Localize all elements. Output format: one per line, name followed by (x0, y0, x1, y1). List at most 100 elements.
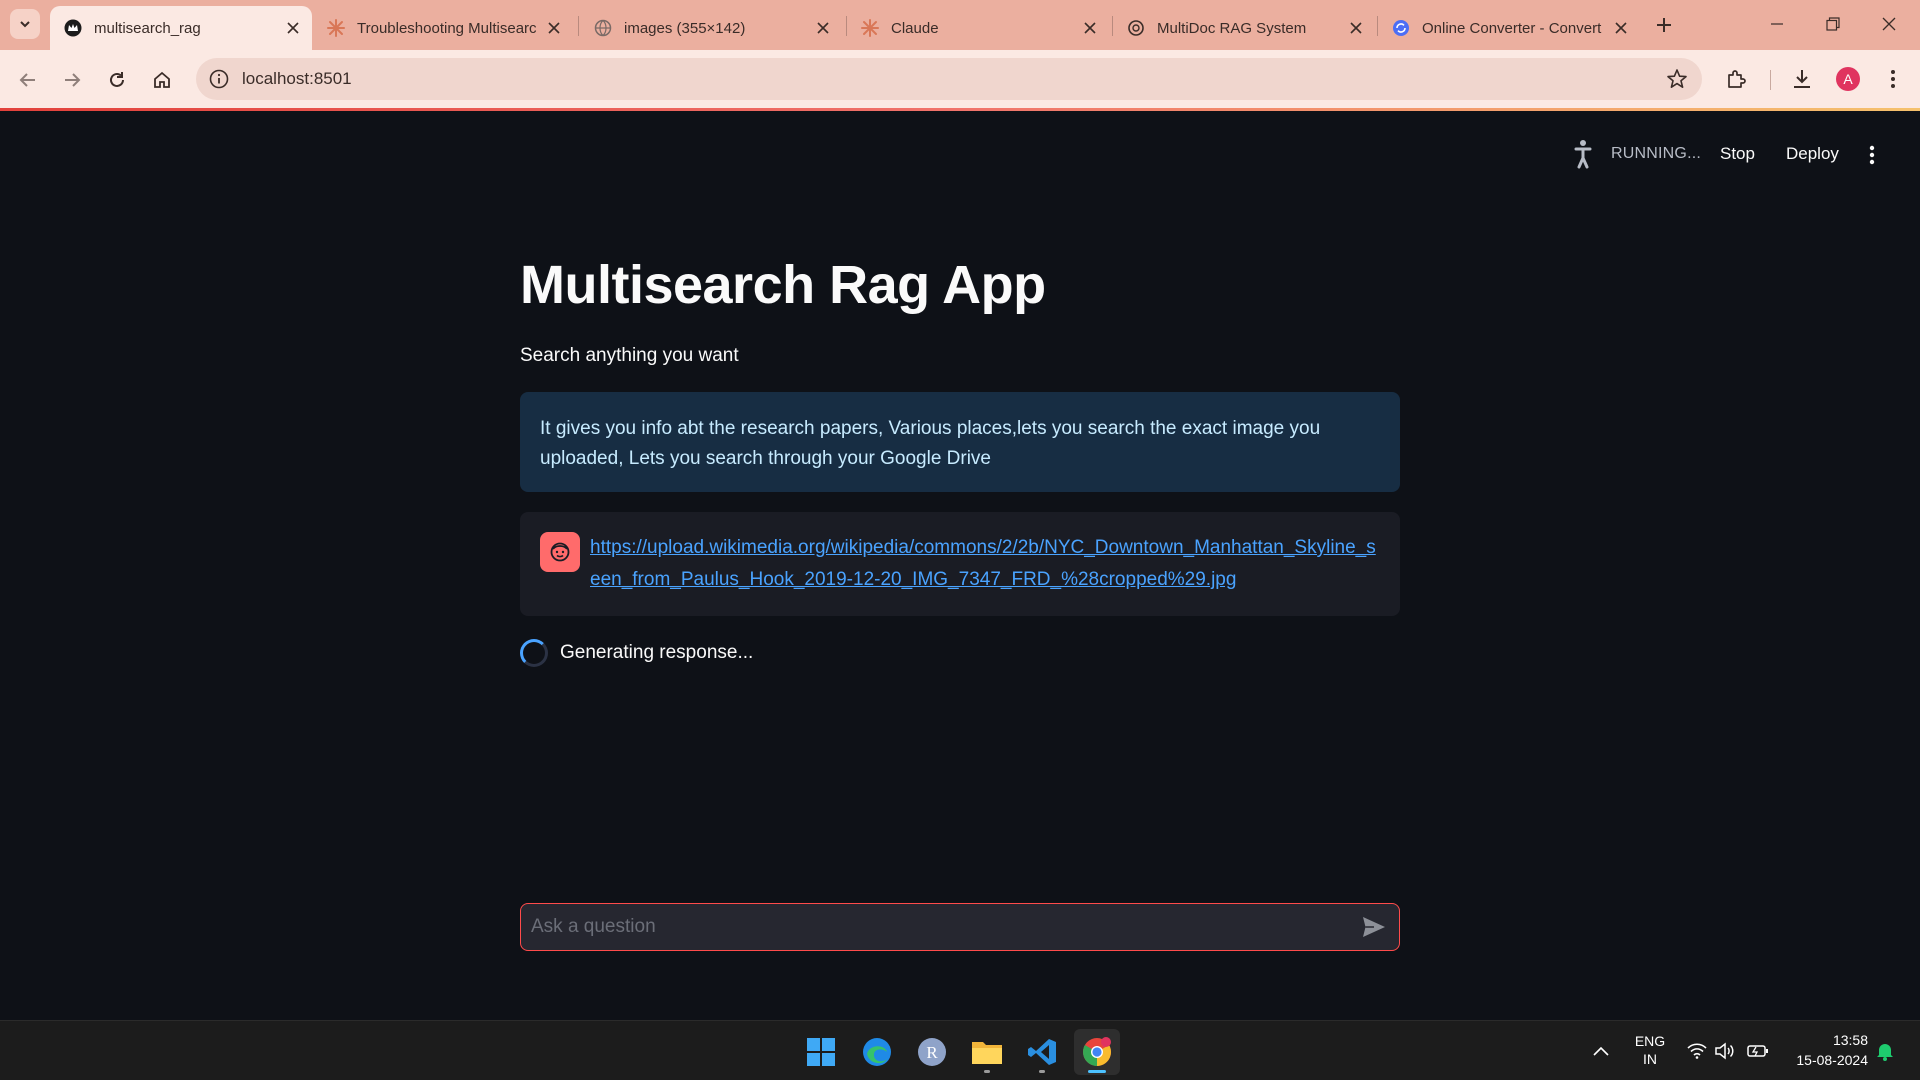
tab-search-button[interactable] (10, 9, 40, 39)
home-button[interactable] (146, 64, 178, 96)
clock-date: 15-08-2024 (1796, 1052, 1868, 1068)
show-hidden-icons-button[interactable] (1590, 1040, 1612, 1062)
edge-app[interactable] (854, 1029, 900, 1075)
browser-menu-button[interactable] (1878, 64, 1908, 94)
tab-title: Troubleshooting Multisearch (357, 19, 537, 37)
page-title: Multisearch Rag App (520, 255, 1046, 315)
tab-troubleshooting[interactable]: Troubleshooting Multisearch (313, 6, 573, 50)
chrome-icon (1083, 1037, 1111, 1066)
user-avatar (540, 532, 580, 572)
language-code: ENG (1634, 1033, 1666, 1049)
tab-multidoc-rag[interactable]: MultiDoc RAG System (1113, 6, 1375, 50)
file-explorer-app[interactable] (964, 1029, 1010, 1075)
kebab-menu-icon (1891, 70, 1895, 88)
address-bar[interactable]: localhost:8501 (196, 58, 1702, 100)
stop-button[interactable]: Stop (1720, 144, 1755, 164)
tab-separator (578, 16, 579, 36)
info-icon[interactable] (208, 68, 230, 90)
wifi-icon (1687, 1043, 1707, 1059)
message-link[interactable]: https://upload.wikimedia.org/wikipedia/c… (590, 532, 1380, 596)
downloads-button[interactable] (1787, 64, 1817, 94)
file-explorer-icon (972, 1042, 1002, 1064)
browser-toolbar: localhost:8501 (0, 50, 1920, 110)
back-button[interactable] (12, 64, 44, 96)
tab-images[interactable]: images (355×142) (580, 6, 842, 50)
chevron-down-icon (20, 21, 30, 28)
url-text[interactable]: localhost:8501 (242, 69, 352, 89)
battery-status[interactable] (1747, 1040, 1769, 1062)
new-tab-button[interactable] (1650, 11, 1678, 39)
forward-button[interactable] (56, 64, 88, 96)
close-window-button[interactable] (1866, 8, 1912, 40)
info-alert-text: It gives you info abt the research paper… (540, 418, 1321, 469)
reload-button[interactable] (101, 64, 133, 96)
volume-icon (1715, 1042, 1734, 1060)
r-app[interactable]: R (909, 1029, 955, 1075)
page-subtitle: Search anything you want (520, 345, 739, 366)
running-indicator (1039, 1070, 1045, 1073)
toolbar-separator (1770, 70, 1771, 90)
minimize-icon (1771, 23, 1783, 25)
close-icon[interactable] (814, 19, 832, 37)
kebab-menu-icon (1869, 145, 1875, 165)
send-icon (1363, 917, 1385, 937)
tab-multisearch-rag[interactable]: multisearch_rag (50, 6, 312, 50)
active-indicator (1088, 1070, 1106, 1073)
volume-status[interactable] (1714, 1040, 1736, 1062)
app-menu-button[interactable] (1862, 143, 1882, 167)
tab-title: Claude (891, 19, 939, 37)
arrow-left-icon (19, 73, 35, 87)
bell-icon (1877, 1044, 1893, 1061)
chat-input[interactable] (531, 904, 1331, 949)
r-app-icon: R (918, 1038, 946, 1066)
start-button[interactable] (798, 1029, 844, 1075)
home-icon (154, 71, 170, 88)
close-icon[interactable] (545, 19, 563, 37)
loading-spinner-row: Generating response... (520, 638, 753, 668)
arrow-right-icon (65, 73, 81, 87)
restore-button[interactable] (1810, 8, 1856, 40)
chevron-up-icon (1593, 1046, 1609, 1056)
converter-icon (1392, 19, 1410, 37)
download-icon (1794, 70, 1810, 88)
wifi-status[interactable] (1686, 1040, 1708, 1062)
streamlit-crown-icon (64, 19, 82, 37)
chat-input-container (520, 903, 1400, 951)
deploy-button[interactable]: Deploy (1786, 144, 1839, 164)
running-status: RUNNING... (1611, 145, 1701, 162)
tab-claude[interactable]: Claude (847, 6, 1109, 50)
close-icon[interactable] (1081, 19, 1099, 37)
bookmark-star-icon[interactable] (1666, 68, 1688, 90)
minimize-button[interactable] (1754, 8, 1800, 40)
chrome-app[interactable] (1074, 1029, 1120, 1075)
tab-title: Online Converter - Convert (1422, 19, 1602, 37)
smiley-face-icon (550, 542, 570, 562)
claude-sunburst-icon (861, 19, 879, 37)
tab-online-converter[interactable]: Online Converter - Convert (1378, 6, 1640, 50)
spinner-icon (520, 639, 548, 667)
close-icon[interactable] (1347, 19, 1365, 37)
chatgpt-icon (1127, 19, 1145, 37)
clock-time: 13:58 (1832, 1032, 1868, 1048)
globe-icon (594, 19, 612, 37)
language-indicator[interactable]: ENG IN (1628, 1032, 1672, 1068)
vscode-app[interactable] (1019, 1029, 1065, 1075)
reload-icon (110, 72, 124, 87)
close-icon[interactable] (284, 19, 302, 37)
spinner-text: Generating response... (560, 642, 754, 663)
tab-title: multisearch_rag (94, 19, 201, 37)
close-icon[interactable] (1612, 19, 1630, 37)
svg-text:R: R (926, 1043, 938, 1062)
running-indicator (984, 1070, 990, 1073)
close-icon (1882, 17, 1896, 31)
vscode-icon (1028, 1039, 1056, 1065)
extensions-button[interactable] (1721, 64, 1751, 94)
claude-sunburst-icon (327, 19, 345, 37)
profile-avatar[interactable]: A (1836, 67, 1860, 91)
info-alert: It gives you info abt the research paper… (520, 392, 1400, 492)
system-clock[interactable]: 13:58 15-08-2024 (1778, 1030, 1868, 1070)
send-button[interactable] (1359, 913, 1389, 941)
chat-message: https://upload.wikimedia.org/wikipedia/c… (520, 512, 1400, 616)
notifications-button[interactable] (1874, 1040, 1896, 1062)
puzzle-icon (1728, 70, 1746, 88)
